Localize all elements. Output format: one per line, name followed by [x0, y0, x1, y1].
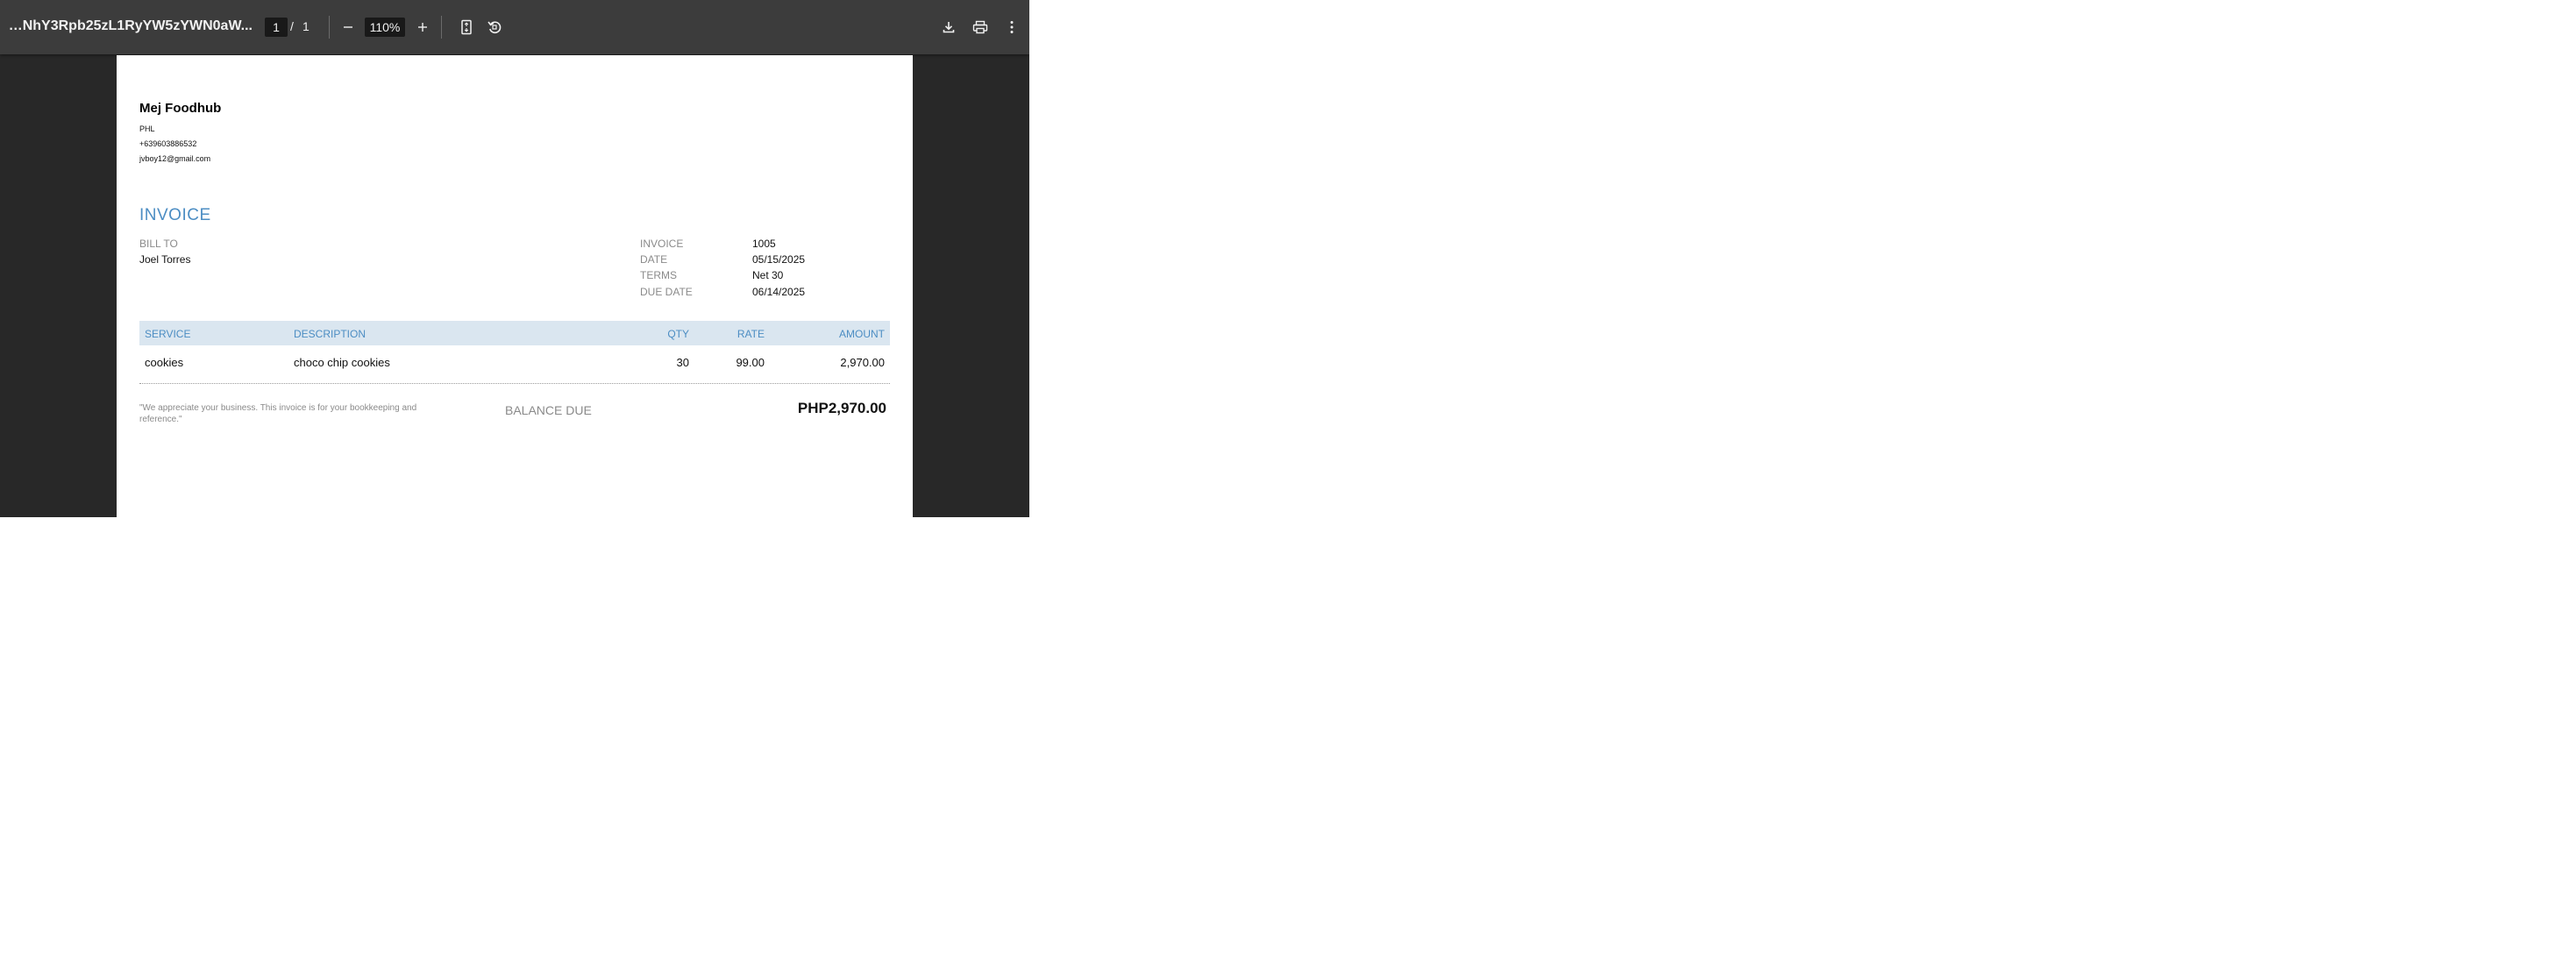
table-divider — [139, 383, 890, 384]
zoom-out-button[interactable] — [334, 13, 362, 41]
download-icon — [942, 20, 956, 34]
zoom-in-button[interactable] — [409, 13, 437, 41]
more-vert-icon — [1009, 20, 1014, 34]
zoom-level-input[interactable] — [365, 18, 405, 37]
company-email: jvboy12@gmail.com — [139, 154, 211, 163]
meta-value-invoice: 1005 — [752, 238, 776, 250]
company-name: Mej Foodhub — [139, 101, 222, 116]
minus-icon — [343, 22, 353, 32]
column-amount: AMOUNT — [839, 328, 885, 340]
meta-value-date: 05/15/2025 — [752, 253, 806, 266]
toolbar-divider — [441, 16, 442, 39]
fit-page-icon — [459, 19, 473, 35]
pdf-toolbar: ovdHJhbnNhY3Rpb25zL1RyYW5zYWN0aW... / 1 — [0, 0, 1029, 54]
bill-to-label: BILL TO — [139, 238, 178, 250]
rotate-icon — [487, 19, 502, 35]
cell-service: cookies — [145, 356, 184, 369]
more-actions-button[interactable] — [998, 13, 1026, 41]
page-number-input[interactable] — [265, 18, 288, 37]
items-table-header: SERVICE DESCRIPTION QTY RATE AMOUNT — [139, 321, 890, 345]
cell-description: choco chip cookies — [294, 356, 390, 369]
balance-due-label: BALANCE DUE — [505, 403, 592, 417]
invoice-title: INVOICE — [139, 206, 211, 224]
meta-label-invoice: INVOICE — [640, 238, 684, 250]
meta-value-terms: Net 30 — [752, 269, 784, 281]
page-total: 1 — [302, 19, 310, 33]
column-rate: RATE — [737, 328, 765, 340]
bill-to-name: Joel Torres — [139, 253, 191, 266]
document-title: ovdHJhbnNhY3Rpb25zL1RyYW5zYWN0aW... — [0, 18, 253, 33]
plus-icon — [417, 22, 428, 32]
fit-page-button[interactable] — [452, 13, 480, 41]
toolbar-divider — [329, 16, 330, 39]
meta-value-due-date: 06/14/2025 — [752, 286, 806, 298]
invoice-page: Mej Foodhub PHL +639603886532 jvboy12@gm… — [117, 55, 913, 517]
cell-rate: 99.00 — [736, 356, 765, 369]
meta-label-terms: TERMS — [640, 269, 677, 281]
thank-you-note: "We appreciate your business. This invoi… — [139, 403, 417, 424]
print-button[interactable] — [966, 13, 994, 41]
rotate-button[interactable] — [480, 13, 509, 41]
cell-amount: 2,970.00 — [840, 356, 885, 369]
meta-label-date: DATE — [640, 253, 668, 266]
meta-label-due-date: DUE DATE — [640, 286, 693, 298]
column-qty: QTY — [667, 328, 689, 340]
balance-due-amount: PHP2,970.00 — [797, 400, 886, 416]
column-description: DESCRIPTION — [294, 328, 366, 340]
cell-qty: 30 — [676, 356, 689, 369]
page-separator: / — [290, 19, 294, 33]
print-icon — [972, 20, 988, 34]
company-phone: +639603886532 — [139, 139, 197, 148]
company-country: PHL — [139, 124, 155, 133]
pdf-viewer: ovdHJhbnNhY3Rpb25zL1RyYW5zYWN0aW... / 1 — [0, 0, 1029, 517]
column-service: SERVICE — [145, 328, 191, 340]
download-button[interactable] — [935, 13, 963, 41]
